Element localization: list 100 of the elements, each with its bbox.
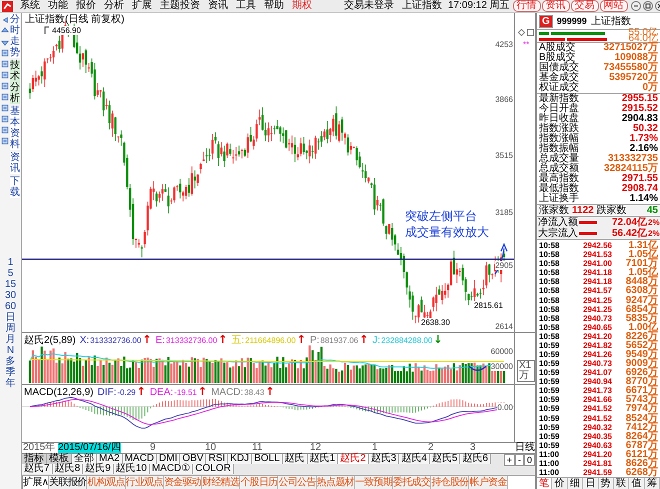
- page-icon[interactable]: [1, 71, 9, 79]
- tick-price: 2941.00: [582, 259, 612, 268]
- page-icon[interactable]: [1, 82, 9, 90]
- zoom-button[interactable]: +: [504, 454, 515, 466]
- panel-tab[interactable]: 日: [583, 478, 598, 489]
- tick-time: 10:58: [539, 259, 560, 268]
- menu-item[interactable]: 期权: [288, 0, 316, 12]
- left-arrow-icon[interactable]: [1, 16, 9, 24]
- tick-price: 2941.66: [582, 395, 612, 404]
- indicator-tab[interactable]: 赵氏: [282, 454, 308, 464]
- panel-tab[interactable]: 势: [598, 478, 614, 489]
- stat-value: 2971.55: [622, 174, 658, 184]
- stat-label: 大宗流入: [538, 228, 578, 238]
- indicator-tab[interactable]: 赵氏5: [430, 454, 460, 464]
- menu-item[interactable]: 分析: [100, 0, 128, 12]
- side-tab[interactable]: 下载: [10, 176, 20, 198]
- square-icon[interactable]: [527, 29, 534, 36]
- tick-price: 2940.35: [582, 432, 612, 441]
- indicator-tab[interactable]: 赵氏10: [114, 464, 150, 474]
- period-button[interactable]: N: [6, 346, 14, 356]
- tick-price: 2941.52: [582, 404, 612, 414]
- indicator-tab[interactable]: DMI: [157, 454, 180, 464]
- period-button[interactable]: 15: [4, 280, 16, 290]
- indicator-tab[interactable]: OBV: [180, 454, 206, 464]
- minimize-icon[interactable]: [630, 1, 641, 11]
- indicator-tab[interactable]: 赵氏7: [22, 464, 53, 474]
- panel-tab[interactable]: 值: [629, 478, 645, 489]
- diamond-icon[interactable]: [518, 29, 525, 36]
- indicator-tab[interactable]: MACD①: [150, 464, 194, 474]
- side-tab[interactable]: 资讯: [10, 152, 20, 174]
- period-button[interactable]: 1: [8, 258, 14, 268]
- indicator-tab[interactable]: 模板: [47, 454, 72, 464]
- zoom-button[interactable]: 0: [524, 454, 535, 466]
- indicator-tab[interactable]: 指标: [22, 454, 47, 464]
- period-button[interactable]: 年: [6, 379, 16, 389]
- period-button[interactable]: 多: [6, 357, 16, 367]
- nav-button[interactable]: 网站: [600, 0, 628, 12]
- page-icon[interactable]: [1, 137, 9, 145]
- bottom-tab[interactable]: 一致预期: [354, 476, 394, 489]
- tick-time: 10:58: [539, 314, 560, 323]
- menu-item[interactable]: 功能: [44, 0, 72, 12]
- bottom-tab[interactable]: 扩展∧: [22, 476, 50, 489]
- menu-item[interactable]: 报价: [72, 0, 100, 12]
- indicator-tab[interactable]: 赵氏8: [52, 464, 84, 474]
- restore-icon[interactable]: [642, 1, 653, 11]
- bottom-tab[interactable]: 个股日历: [240, 476, 278, 489]
- bottom-tab[interactable]: 关联报价: [49, 476, 88, 489]
- tick-amount: 1.00亿: [628, 322, 658, 332]
- page-icon[interactable]: [1, 126, 9, 134]
- tick-amount: 6926万: [626, 368, 658, 378]
- panel-tab[interactable]: 细: [568, 478, 584, 489]
- down-arrow-icon[interactable]: [1, 38, 9, 46]
- stat-value: 72.04亿: [612, 218, 647, 228]
- period-button[interactable]: 5: [8, 269, 14, 279]
- panel-tab[interactable]: 筹: [644, 478, 660, 489]
- indicator-tab[interactable]: 赵氏6: [460, 454, 492, 464]
- indicator-tab[interactable]: 赵氏9: [83, 464, 114, 474]
- indicator-tab[interactable]: 赵氏3: [368, 454, 400, 464]
- indicator-tab[interactable]: MACD: [122, 454, 158, 464]
- indicator-tab[interactable]: 赵氏1: [308, 454, 338, 464]
- period-button[interactable]: 周: [6, 324, 16, 334]
- menu-item[interactable]: 帮助: [260, 0, 288, 12]
- menu-item[interactable]: 资讯: [204, 0, 232, 12]
- period-button[interactable]: 季: [6, 368, 16, 378]
- nav-button[interactable]: 行情: [512, 0, 541, 12]
- indicator-tab[interactable]: 赵氏4: [399, 454, 430, 464]
- period-button[interactable]: 30: [4, 291, 16, 301]
- page-icon[interactable]: [1, 104, 9, 112]
- panel-tab[interactable]: 联: [614, 478, 630, 489]
- stat-label: 国债成交: [539, 63, 579, 73]
- page-icon[interactable]: [1, 49, 9, 57]
- side-tab[interactable]: 技术分析: [10, 60, 20, 104]
- period-button[interactable]: 日: [6, 313, 16, 323]
- panel-tab[interactable]: 笔: [537, 478, 552, 489]
- up-arrow-icon[interactable]: [1, 27, 9, 35]
- page-icon[interactable]: [1, 93, 9, 101]
- side-tab[interactable]: 基本资料: [10, 106, 20, 150]
- indicator-tab[interactable]: KDJ: [228, 454, 252, 464]
- menu-item[interactable]: 工具: [232, 0, 260, 12]
- date-label: 9: [150, 443, 156, 453]
- indicator-tab[interactable]: COLOR: [193, 464, 234, 474]
- indicator-tab[interactable]: 全部: [72, 454, 97, 464]
- period-button[interactable]: 60: [4, 302, 16, 312]
- indicator-tab[interactable]: BOLL: [252, 454, 283, 464]
- indicator-tab[interactable]: RSI: [206, 454, 228, 464]
- tick-price: 2940.63: [582, 440, 612, 450]
- tick-price: 2940.65: [582, 322, 612, 332]
- side-tab[interactable]: 分时走势: [10, 14, 20, 58]
- page-icon[interactable]: [1, 115, 9, 123]
- bottom-tab[interactable]: 公司公告: [278, 476, 317, 489]
- panel-tab[interactable]: 价: [552, 478, 568, 489]
- tick-time: 10:59: [539, 422, 560, 432]
- indicator-tab[interactable]: MA2: [97, 454, 123, 464]
- indicator-tab[interactable]: 赵氏2: [338, 454, 369, 464]
- indicator-label: DEA:: [150, 387, 174, 398]
- page-icon[interactable]: [1, 60, 9, 68]
- period-button[interactable]: 月: [6, 335, 16, 345]
- bottom-tab[interactable]: 热点题材: [316, 476, 355, 489]
- tick-time: 10:59: [539, 395, 560, 404]
- nav-button[interactable]: 资讯: [542, 0, 570, 12]
